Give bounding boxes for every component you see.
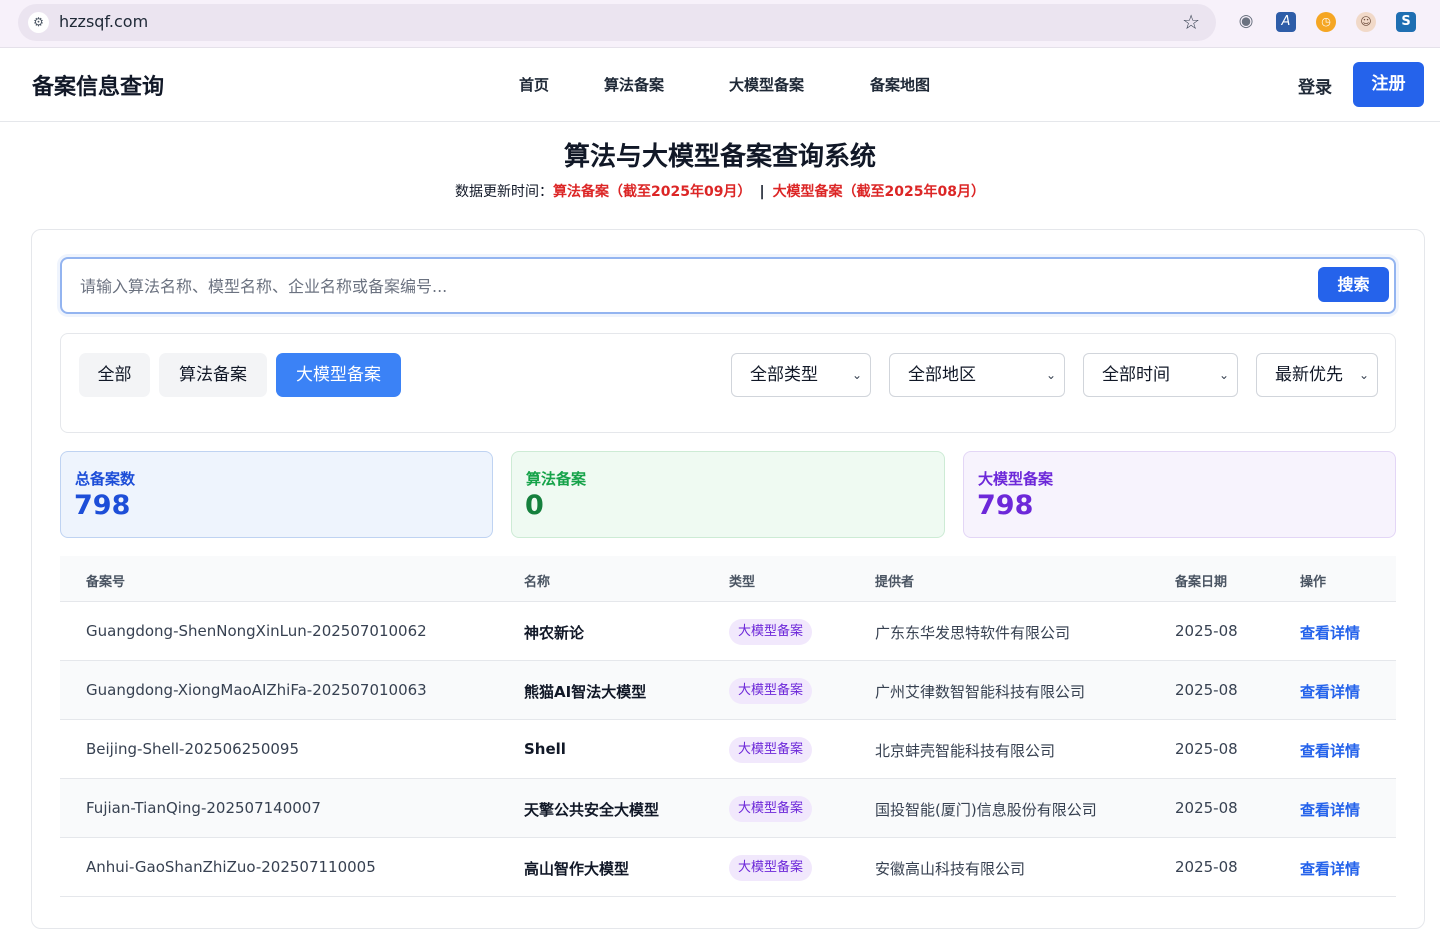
header-provider: 提供者 (875, 575, 915, 590)
clock-extension-icon[interactable]: ◷ (1316, 12, 1336, 32)
chip-algorithm[interactable]: 算法备案 (159, 353, 267, 397)
cell-record-id: Anhui-GaoShanZhiZuo-202507110005 (86, 858, 376, 876)
cell-date: 2025-08 (1175, 740, 1238, 758)
header-date: 备案日期 (1175, 575, 1228, 590)
update-info: 数据更新时间：算法备案（截至2025年09月） | 大模型备案（截至2025年08月… (0, 181, 1440, 201)
update-prefix: 数据更新时间： (454, 184, 553, 200)
cell-date: 2025-08 (1175, 622, 1238, 640)
separator: | (759, 184, 765, 200)
cell-name: 神农新论 (524, 624, 585, 642)
chevron-down-icon: ⌄ (851, 368, 862, 382)
url-text[interactable]: hzzsqf.com (59, 12, 148, 31)
header-type: 类型 (729, 575, 756, 590)
table-body: Guangdong-ShenNongXinLun-202507010062 神农… (60, 602, 1396, 897)
chip-large-model[interactable]: 大模型备案 (276, 353, 401, 397)
bookmark-star-icon[interactable]: ☆ (1182, 10, 1200, 34)
header-name: 名称 (524, 575, 551, 590)
address-bar[interactable]: ⚙ hzzsqf.com ☆ (18, 4, 1216, 41)
chevron-down-icon: ⌄ (1358, 368, 1369, 382)
time-select-value: 全部时间 (1102, 365, 1170, 385)
cell-provider: 国投智能(厦门)信息股份有限公司 (875, 801, 1097, 819)
site-settings-icon[interactable]: ⚙ (28, 12, 49, 33)
stat-large-model-value: 798 (977, 490, 1034, 521)
camera-icon[interactable]: ◉ (1236, 12, 1256, 32)
stat-total-label: 总备案数 (75, 470, 136, 488)
view-details-link[interactable]: 查看详情 (1300, 740, 1360, 761)
header-record-id: 备案号 (86, 575, 126, 590)
nav-algorithm[interactable]: 算法备案 (604, 74, 664, 95)
stat-algorithm-label: 算法备案 (526, 470, 587, 488)
cell-record-id: Guangdong-XiongMaoAIZhiFa-202507010063 (86, 681, 427, 699)
cell-date: 2025-08 (1175, 681, 1238, 699)
search-input[interactable] (80, 273, 1280, 299)
cell-provider: 北京蚌壳智能科技有限公司 (875, 742, 1056, 760)
chip-all[interactable]: 全部 (79, 353, 150, 397)
header-action: 操作 (1300, 575, 1327, 590)
table-row: Guangdong-XiongMaoAIZhiFa-202507010063 熊… (60, 661, 1396, 720)
cell-provider: 广州艾律数智智能科技有限公司 (875, 683, 1086, 701)
stat-algorithm: 算法备案 0 (511, 451, 945, 538)
nav-large-model[interactable]: 大模型备案 (729, 74, 804, 95)
nav-map[interactable]: 备案地图 (870, 74, 930, 95)
table-row: Fujian-TianQing-202507140007 天擎公共安全大模型 大… (60, 779, 1396, 838)
table-row: Guangdong-ShenNongXinLun-202507010062 神农… (60, 602, 1396, 661)
cell-name: 天擎公共安全大模型 (524, 801, 660, 819)
register-button[interactable]: 注册 (1353, 62, 1424, 107)
cell-provider: 广东东华发思特软件有限公司 (875, 624, 1071, 642)
region-select-value: 全部地区 (908, 365, 976, 385)
stat-algorithm-value: 0 (525, 490, 544, 521)
type-badge: 大模型备案 (729, 855, 813, 881)
view-details-link[interactable]: 查看详情 (1300, 681, 1360, 702)
table-row: Anhui-GaoShanZhiZuo-202507110005 高山智作大模型… (60, 838, 1396, 897)
type-badge: 大模型备案 (729, 737, 813, 763)
search-box: 搜索 (60, 257, 1396, 314)
cell-record-id: Fujian-TianQing-202507140007 (86, 799, 321, 817)
nav-home[interactable]: 首页 (519, 74, 549, 95)
records-table: 备案号 名称 类型 提供者 备案日期 操作 Guangdong-ShenNong… (60, 556, 1396, 897)
table-row: Beijing-Shell-202506250095 Shell 大模型备案 北… (60, 720, 1396, 779)
cell-record-id: Beijing-Shell-202506250095 (86, 740, 299, 758)
stat-total-value: 798 (74, 490, 131, 521)
cell-provider: 安徽高山科技有限公司 (875, 860, 1026, 878)
filter-panel: 全部 算法备案 大模型备案 全部类型 ⌄ 全部地区 ⌄ 全部时间 ⌄ 最新优先 … (60, 333, 1396, 433)
cell-date: 2025-08 (1175, 799, 1238, 817)
sort-select-value: 最新优先 (1275, 365, 1343, 385)
type-select[interactable]: 全部类型 ⌄ (731, 353, 871, 397)
a-extension-icon[interactable]: A (1276, 12, 1296, 32)
type-select-value: 全部类型 (750, 365, 818, 385)
s-extension-icon[interactable]: S (1396, 12, 1416, 32)
chevron-down-icon: ⌄ (1045, 368, 1056, 382)
cell-name: 熊猫AI智法大模型 (524, 683, 647, 701)
page-title: 算法与大模型备案查询系统 (563, 142, 876, 172)
cell-name: Shell (524, 740, 566, 758)
type-badge: 大模型备案 (729, 678, 813, 704)
chevron-down-icon: ⌄ (1218, 368, 1229, 382)
sort-select[interactable]: 最新优先 ⌄ (1256, 353, 1378, 397)
region-select[interactable]: 全部地区 ⌄ (889, 353, 1065, 397)
browser-toolbar: ⚙ hzzsqf.com ☆ ◉ A ◷ ☺ S (0, 0, 1440, 48)
cell-record-id: Guangdong-ShenNongXinLun-202507010062 (86, 622, 427, 640)
search-button[interactable]: 搜索 (1318, 267, 1389, 302)
stat-large-model-label: 大模型备案 (978, 470, 1054, 488)
view-details-link[interactable]: 查看详情 (1300, 858, 1360, 879)
type-badge: 大模型备案 (729, 619, 813, 645)
model-update-date: 大模型备案（截至2025年08月） (772, 184, 986, 200)
view-details-link[interactable]: 查看详情 (1300, 799, 1360, 820)
stat-large-model: 大模型备案 798 (963, 451, 1396, 538)
stat-total: 总备案数 798 (60, 451, 493, 538)
site-logo[interactable]: 备案信息查询 (32, 69, 164, 101)
avatar-extension-icon[interactable]: ☺ (1356, 12, 1376, 32)
site-header: 备案信息查询 首页 算法备案 大模型备案 备案地图 登录 注册 (0, 49, 1440, 122)
algo-update-date: 算法备案（截至2025年09月） (552, 184, 752, 200)
view-details-link[interactable]: 查看详情 (1300, 622, 1360, 643)
cell-name: 高山智作大模型 (524, 860, 630, 878)
table-header: 备案号 名称 类型 提供者 备案日期 操作 (60, 556, 1396, 602)
type-badge: 大模型备案 (729, 796, 813, 822)
login-link[interactable]: 登录 (1298, 73, 1332, 98)
time-select[interactable]: 全部时间 ⌄ (1083, 353, 1238, 397)
cell-date: 2025-08 (1175, 858, 1238, 876)
